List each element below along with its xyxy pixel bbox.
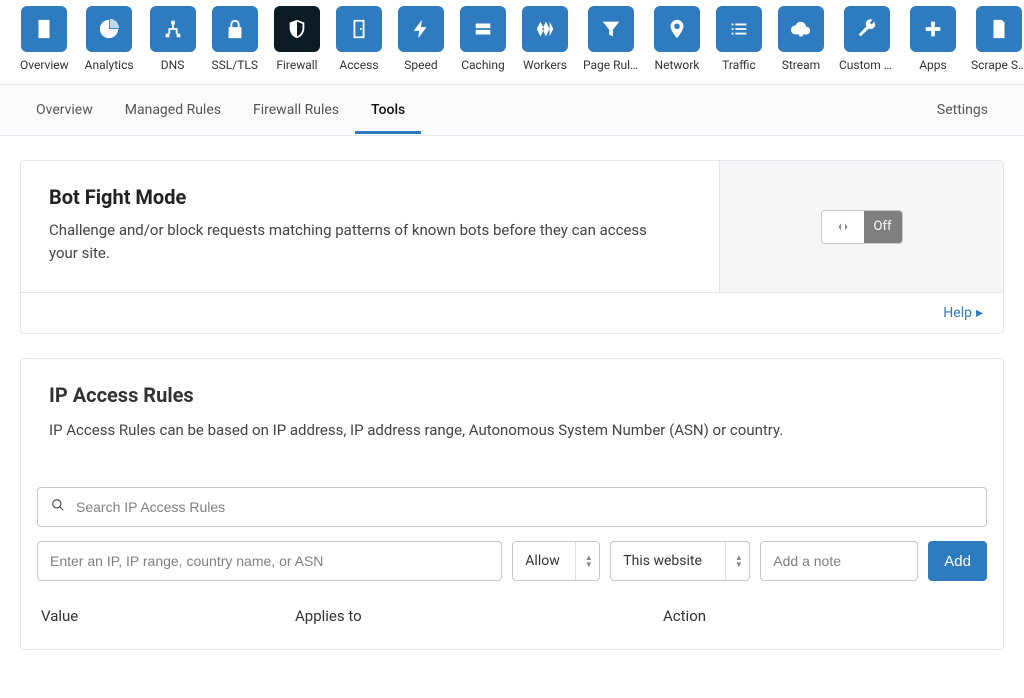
tab-managed-rules[interactable]: Managed Rules	[109, 86, 237, 134]
nav-network[interactable]: Network	[654, 6, 700, 72]
bot-fight-desc: Challenge and/or block requests matching…	[49, 219, 669, 264]
bot-fight-mode-card: Bot Fight Mode Challenge and/or block re…	[20, 160, 1004, 334]
bot-fight-title: Bot Fight Mode	[49, 185, 691, 209]
nav-scrape-shield[interactable]: Scrape Shi…	[972, 6, 1024, 72]
ip-input[interactable]	[37, 541, 502, 581]
pie-icon	[86, 6, 132, 52]
nav-access[interactable]: Access	[336, 6, 382, 72]
nav-overview[interactable]: Overview	[20, 6, 69, 72]
tab-firewall-rules[interactable]: Firewall Rules	[237, 86, 355, 134]
nav-page-rules[interactable]: Page Rules	[584, 6, 638, 72]
doc-icon	[976, 6, 1022, 52]
nav-custom-pages[interactable]: Custom P…	[840, 6, 894, 72]
chevron-right-icon: ▸	[976, 305, 983, 321]
col-action: Action	[663, 607, 987, 625]
nav-firewall[interactable]: Firewall	[274, 6, 320, 72]
scope-select[interactable]: This website ▲▼	[610, 541, 750, 581]
list-icon	[716, 6, 762, 52]
nav-speed[interactable]: Speed	[398, 6, 444, 72]
add-button[interactable]: Add	[928, 541, 987, 581]
note-input[interactable]	[760, 541, 918, 581]
nav-traffic[interactable]: Traffic	[716, 6, 762, 72]
door-icon	[336, 6, 382, 52]
stepper-icon: ▲▼	[725, 542, 745, 580]
tab-tools[interactable]: Tools	[355, 86, 421, 134]
nav-caching[interactable]: Caching	[460, 6, 506, 72]
top-nav: Overview Analytics DNS SSL/TLS Firewall …	[0, 0, 1024, 72]
table-header: Value Applies to Action	[37, 595, 987, 633]
workers-icon	[522, 6, 568, 52]
tab-settings[interactable]: Settings	[921, 86, 1004, 134]
toggle-handle-icon	[822, 211, 864, 243]
action-select[interactable]: Allow ▲▼	[512, 541, 600, 581]
cloud-icon	[778, 6, 824, 52]
wrench-icon	[844, 6, 890, 52]
ip-rules-title: IP Access Rules	[49, 383, 975, 407]
plus-icon	[910, 6, 956, 52]
col-applies: Applies to	[295, 607, 663, 625]
col-value: Value	[41, 607, 295, 625]
bolt-icon	[398, 6, 444, 52]
network-icon	[150, 6, 196, 52]
sub-nav: Overview Managed Rules Firewall Rules To…	[0, 84, 1024, 136]
pin-icon	[654, 6, 700, 52]
nav-stream[interactable]: Stream	[778, 6, 824, 72]
funnel-icon	[588, 6, 634, 52]
clipboard-icon	[21, 6, 67, 52]
help-link[interactable]: Help ▸	[943, 305, 983, 321]
nav-dns[interactable]: DNS	[150, 6, 196, 72]
tab-overview[interactable]: Overview	[20, 86, 109, 134]
ip-access-rules-card: IP Access Rules IP Access Rules can be b…	[20, 358, 1004, 650]
drive-icon	[460, 6, 506, 52]
lock-icon	[212, 6, 258, 52]
search-input[interactable]	[37, 487, 987, 527]
nav-apps[interactable]: Apps	[910, 6, 956, 72]
shield-icon	[274, 6, 320, 52]
bot-fight-toggle[interactable]: Off	[821, 210, 903, 244]
search-icon	[51, 498, 65, 516]
nav-ssl-tls[interactable]: SSL/TLS	[212, 6, 258, 72]
nav-workers[interactable]: Workers	[522, 6, 568, 72]
toggle-off-label: Off	[864, 211, 902, 243]
ip-rules-desc: IP Access Rules can be based on IP addre…	[49, 421, 975, 439]
nav-analytics[interactable]: Analytics	[85, 6, 134, 72]
stepper-icon: ▲▼	[575, 542, 595, 580]
